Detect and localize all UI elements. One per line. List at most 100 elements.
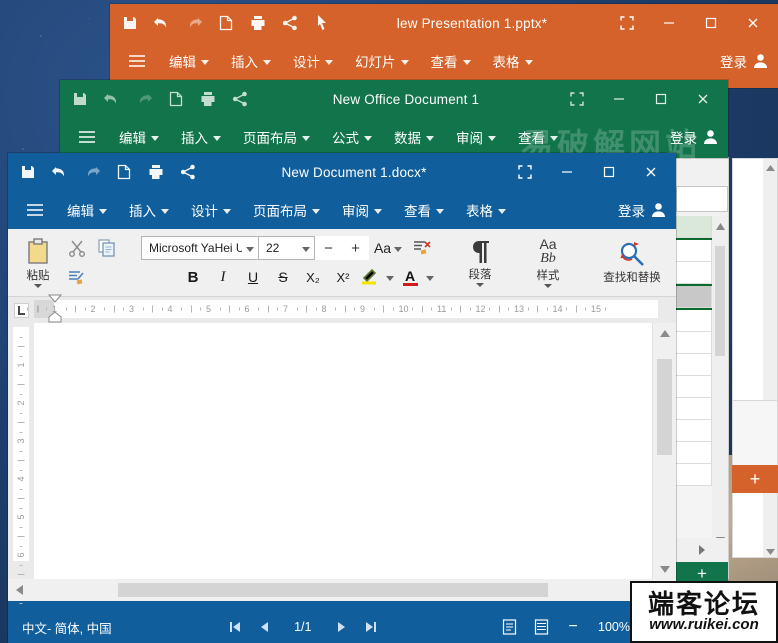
chevron-down-icon[interactable] <box>426 275 434 281</box>
menu-item-insert[interactable]: 插入 <box>170 122 232 152</box>
paste-button[interactable]: 粘贴 <box>14 229 62 296</box>
scroll-down-icon[interactable] <box>653 559 676 579</box>
table-row[interactable] <box>676 332 712 354</box>
menu-item-view[interactable]: 查看 <box>420 46 482 76</box>
document-horizontal-scrollbar[interactable] <box>8 579 676 601</box>
find-replace-button[interactable]: 查找和替换 <box>592 229 672 296</box>
undo-icon[interactable] <box>146 8 178 38</box>
redo-icon[interactable] <box>178 8 210 38</box>
scroll-left-icon[interactable] <box>8 585 30 595</box>
menu-item-table[interactable]: 表格 <box>455 195 517 225</box>
presentation-quick-toolbar[interactable] <box>114 8 338 38</box>
menu-item-review[interactable]: 审阅 <box>445 122 507 152</box>
table-row[interactable] <box>676 398 712 420</box>
font-name-select[interactable]: Microsoft YaHei UI <box>141 236 259 260</box>
save-icon[interactable] <box>12 157 44 187</box>
menu-item-slideshow[interactable]: 幻灯片 <box>344 46 420 76</box>
table-row[interactable] <box>676 442 712 464</box>
undo-icon[interactable] <box>96 84 128 114</box>
menu-item-table[interactable]: 表格 <box>482 46 544 76</box>
window-presentation[interactable]: lew Presentation 1.pptx* 编辑 插入 设计 幻灯片 查看… <box>110 4 778 88</box>
add-slide-button[interactable]: + <box>732 465 778 493</box>
spreadsheet-menubar[interactable]: 编辑 插入 页面布局 公式 数据 审阅 查看 登录 <box>60 118 728 156</box>
font-color-dropdown[interactable] <box>422 264 438 290</box>
underline-button[interactable]: U <box>238 264 268 290</box>
document-window-controls[interactable] <box>504 154 672 190</box>
cell-grid[interactable] <box>676 216 712 546</box>
table-row[interactable] <box>676 262 712 284</box>
fullscreen-icon[interactable] <box>504 154 546 190</box>
document-quick-toolbar[interactable] <box>12 157 204 187</box>
first-page-icon[interactable] <box>220 613 250 641</box>
new-file-icon[interactable] <box>160 84 192 114</box>
format-painter-button[interactable] <box>62 264 92 292</box>
close-icon[interactable] <box>682 81 724 117</box>
horizontal-ruler[interactable]: 1 2 3 4 5 6 7 8 9 10 11 12 13 14 15 <box>8 294 676 323</box>
maximize-icon[interactable] <box>690 5 732 41</box>
print-icon[interactable] <box>140 157 172 187</box>
styles-button[interactable]: Aa Bb 样式 <box>522 229 574 296</box>
table-row[interactable] <box>676 310 712 332</box>
menu-item-view[interactable]: 查看 <box>393 195 455 225</box>
document-titlebar[interactable]: New Document 1.docx* <box>8 153 676 191</box>
save-icon[interactable] <box>114 8 146 38</box>
presentation-window-controls[interactable] <box>606 5 774 41</box>
paragraph-button[interactable]: 段落 <box>456 229 504 296</box>
menu-item-review[interactable]: 审阅 <box>331 195 393 225</box>
scroll-up-icon[interactable] <box>712 216 728 236</box>
hamburger-menu-icon[interactable] <box>66 130 108 144</box>
document-statusbar[interactable]: 中文- 简体, 中国 1/1 − 100% + <box>8 611 676 643</box>
chevron-down-icon[interactable] <box>394 246 403 252</box>
document-menubar[interactable]: 编辑 插入 设计 页面布局 审阅 查看 表格 登录 <box>8 191 676 229</box>
prev-page-icon[interactable] <box>250 613 280 641</box>
save-icon[interactable] <box>64 84 96 114</box>
close-icon[interactable] <box>732 5 774 41</box>
scroll-up-icon[interactable] <box>763 159 777 177</box>
maximize-icon[interactable] <box>588 154 630 190</box>
copy-button[interactable] <box>92 234 122 262</box>
new-file-icon[interactable] <box>108 157 140 187</box>
undo-icon[interactable] <box>44 157 76 187</box>
maximize-icon[interactable] <box>640 81 682 117</box>
hamburger-menu-icon[interactable] <box>14 203 56 217</box>
font-size-select[interactable]: 22 <box>259 236 315 260</box>
redo-icon[interactable] <box>76 157 108 187</box>
table-row[interactable] <box>676 376 712 398</box>
decrease-font-size-button[interactable]: − <box>315 236 342 260</box>
print-layout-view-icon[interactable] <box>494 613 524 641</box>
menu-item-data[interactable]: 数据 <box>383 122 445 152</box>
window-document[interactable]: New Document 1.docx* 编辑 插入 设计 页面布局 审阅 查看… <box>8 153 676 643</box>
subscript-button[interactable]: X₂ <box>298 264 328 290</box>
table-row[interactable] <box>676 420 712 442</box>
presentation-titlebar[interactable]: lew Presentation 1.pptx* <box>110 4 778 42</box>
pointer-icon[interactable] <box>306 8 338 38</box>
menu-item-edit[interactable]: 编辑 <box>56 195 118 225</box>
sign-in-button[interactable]: 登录 <box>720 51 778 71</box>
scrollbar-thumb[interactable] <box>118 583 548 597</box>
table-row[interactable] <box>676 464 712 486</box>
sign-in-button[interactable]: 登录 <box>670 127 728 147</box>
sign-in-button[interactable]: 登录 <box>618 200 676 220</box>
table-row[interactable] <box>676 354 712 376</box>
last-page-icon[interactable] <box>356 613 386 641</box>
chevron-down-icon[interactable] <box>544 283 552 288</box>
language-indicator[interactable]: 中文- 简体, 中国 <box>8 618 112 637</box>
fullscreen-icon[interactable] <box>606 5 648 41</box>
minimize-icon[interactable] <box>546 154 588 190</box>
share-icon[interactable] <box>224 84 256 114</box>
next-page-icon[interactable] <box>326 613 356 641</box>
page-indicator[interactable]: 1/1 <box>280 620 325 634</box>
page-navigation[interactable]: 1/1 <box>220 613 385 641</box>
redo-icon[interactable] <box>128 84 160 114</box>
vertical-ruler-strip[interactable]: 1234567 <box>13 327 29 604</box>
print-icon[interactable] <box>192 84 224 114</box>
spreadsheet-grid[interactable] <box>676 216 728 546</box>
cut-button[interactable] <box>62 234 92 262</box>
document-vertical-scrollbar[interactable] <box>652 323 676 579</box>
menu-item-insert[interactable]: 插入 <box>118 195 180 225</box>
table-row[interactable] <box>676 240 712 262</box>
chevron-down-icon[interactable] <box>302 246 310 252</box>
scroll-up-icon[interactable] <box>653 323 676 343</box>
increase-font-size-button[interactable]: + <box>342 236 369 260</box>
document-workspace[interactable]: 1234567 <box>8 323 676 604</box>
